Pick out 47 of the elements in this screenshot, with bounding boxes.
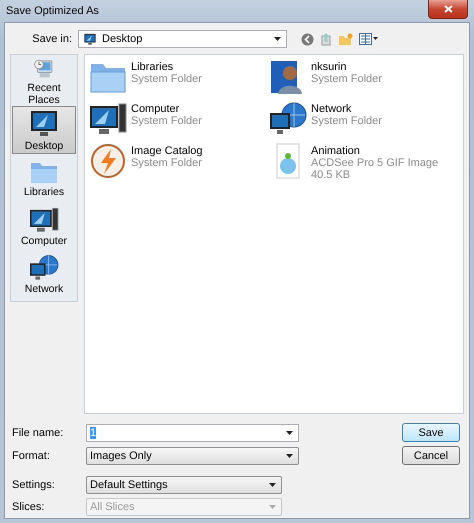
view-menu-icon[interactable]: [359, 33, 379, 45]
field-label: Format:: [11, 450, 51, 462]
file-detail: ACDSee Pro 5 GIF Image: [311, 157, 438, 169]
globe-monitor-icon: [269, 101, 307, 137]
close-icon: [444, 5, 452, 13]
caret-icon: [274, 37, 281, 41]
caret-icon: [286, 454, 293, 458]
file-name[interactable]: Animation: [311, 145, 438, 157]
dropdown[interactable]: Images Only: [86, 446, 299, 464]
close-button[interactable]: [428, 0, 468, 19]
save-in-dropdown[interactable]: Desktop: [78, 30, 287, 48]
save-in-value: Desktop: [102, 33, 142, 45]
file-detail: 40.5 KB: [311, 169, 352, 181]
window-title: Save Optimized As: [6, 5, 99, 17]
file-name[interactable]: nksurin: [311, 61, 382, 73]
places-item[interactable]: Computer: [11, 202, 77, 250]
places-item[interactable]: Desktop: [12, 106, 76, 154]
places-item[interactable]: Recent Places: [11, 58, 77, 106]
caret-icon: [269, 505, 276, 509]
dialog-button[interactable]: Save: [402, 423, 460, 442]
file-detail: System Folder: [131, 73, 202, 85]
computer-icon: [89, 101, 127, 137]
file-name[interactable]: Computer: [131, 103, 202, 115]
up-folder-icon[interactable]: [320, 32, 332, 46]
field-label: File name:: [11, 426, 64, 438]
file-name[interactable]: Network: [311, 103, 382, 115]
dialog-button[interactable]: Cancel: [402, 446, 460, 465]
save-in-label: Save in:: [31, 33, 73, 45]
file-detail: System Folder: [131, 115, 202, 127]
file-name[interactable]: Image Catalog: [131, 145, 203, 157]
globe-monitor-icon: [29, 254, 59, 282]
caret-icon: [269, 483, 276, 487]
monitor-icon: [82, 32, 98, 46]
file-detail: System Folder: [311, 73, 382, 85]
lightning-icon: [89, 143, 127, 179]
field-label: Settings:: [11, 479, 56, 491]
caret-icon: [286, 430, 293, 434]
dropdown[interactable]: Default Settings: [86, 476, 282, 494]
places-item[interactable]: Libraries: [11, 154, 77, 202]
file-detail: System Folder: [311, 115, 382, 127]
file-detail: System Folder: [131, 157, 203, 169]
monitor-icon: [28, 108, 60, 138]
back-icon[interactable]: [301, 32, 314, 46]
file-name[interactable]: Libraries: [131, 61, 202, 73]
places-item[interactable]: Network: [11, 250, 77, 298]
field-label: Slices:: [11, 501, 46, 513]
computer-icon: [29, 206, 59, 234]
